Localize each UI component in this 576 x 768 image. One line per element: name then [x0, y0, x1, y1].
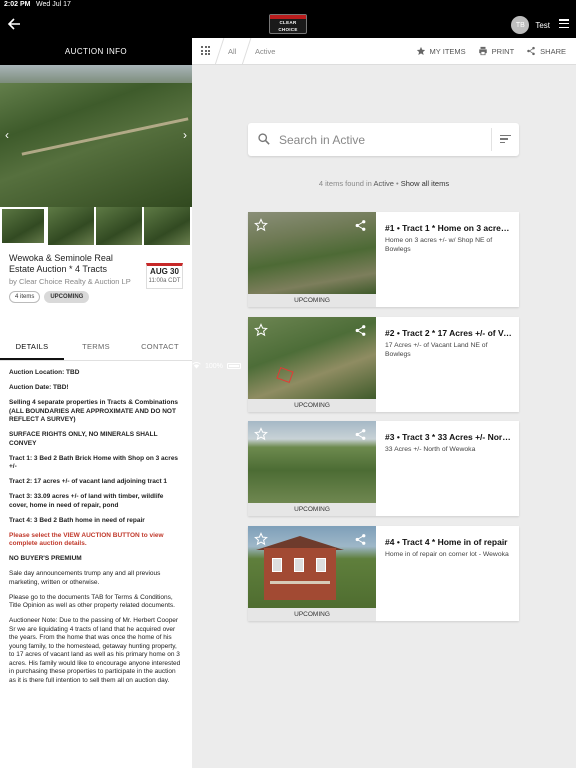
menu-icon[interactable] — [559, 19, 569, 29]
auction-title: Wewoka & Seminole Real Estate Auction * … — [9, 253, 113, 274]
logo-text: CLEAR CHOICE — [278, 20, 298, 32]
results-count: 4 items found in — [318, 179, 372, 188]
item-title: #4 • Tract 4 * Home in of repair — [385, 537, 508, 547]
user-account[interactable]: TB Test — [511, 16, 550, 34]
thumbnail[interactable] — [0, 207, 46, 245]
item-title: #3 • Tract 3 * 33 Acres +/- North of Wew… — [385, 432, 512, 442]
panel-header: AUCTION INFO — [0, 38, 192, 65]
search-icon — [258, 133, 270, 145]
status-time: 2:02 PM — [4, 1, 31, 8]
list-item[interactable]: UPCOMING #2 • Tract 2 * 17 Acres +/- of … — [248, 317, 519, 412]
breadcrumb-active[interactable]: Active — [255, 47, 275, 56]
results-summary: 4 items found in Active • Show all items — [192, 179, 576, 188]
breadcrumb-all[interactable]: All — [228, 47, 236, 56]
detail-date: Auction Date: TBD! — [9, 384, 69, 391]
tab-contact[interactable]: CONTACT — [128, 335, 192, 360]
details-content: Auction Location: TBD Auction Date: TBD!… — [0, 361, 192, 685]
item-status: UPCOMING — [248, 503, 376, 516]
items-panel: All Active MY ITEMS PRINT SHARE 4 items … — [192, 38, 576, 768]
status-date: Wed Jul 17 — [36, 1, 71, 8]
share-icon[interactable] — [354, 428, 367, 441]
detail-location: Auction Location: TBD — [9, 369, 80, 376]
detail-tract-1: Tract 1: 3 Bed 2 Bath Brick Home with Sh… — [9, 454, 179, 471]
chevron-right-icon[interactable]: › — [183, 128, 187, 142]
star-icon — [416, 46, 425, 55]
filter-icon[interactable] — [500, 135, 511, 145]
detail-rights: SURFACE RIGHTS ONLY, NO MINERALS SHALL C… — [9, 431, 158, 447]
chevron-left-icon[interactable]: ‹ — [5, 128, 9, 142]
thumbnail[interactable] — [96, 207, 142, 245]
star-icon[interactable] — [254, 427, 268, 441]
detail-premium: NO BUYER'S PREMIUM — [9, 555, 82, 562]
share-button[interactable]: SHARE — [526, 46, 566, 56]
item-description: 33 Acres +/- North of Wewoka — [385, 446, 476, 453]
auction-summary: Wewoka & Seminole Real Estate Auction * … — [0, 245, 192, 335]
results-scope: Active — [373, 179, 394, 188]
item-description: Home on 3 acres +/- w/ Shop NE of Bowleg… — [385, 237, 493, 253]
thumbnail-strip — [0, 207, 192, 245]
detail-documents: Please go to the documents TAB for Terms… — [9, 593, 175, 610]
print-label: PRINT — [491, 46, 515, 56]
show-all-link[interactable]: Show all items — [401, 179, 449, 188]
item-status: UPCOMING — [248, 608, 376, 621]
list-item[interactable]: UPCOMING #3 • Tract 3 * 33 Acres +/- Nor… — [248, 421, 519, 516]
item-title: #2 • Tract 2 * 17 Acres +/- of Vacant La… — [385, 328, 512, 338]
my-items-button[interactable]: MY ITEMS — [416, 46, 466, 56]
auction-seller: by Clear Choice Realty & Auction LP — [9, 277, 131, 286]
item-status: UPCOMING — [248, 399, 376, 412]
item-status: UPCOMING — [248, 294, 376, 307]
avatar: TB — [511, 16, 530, 34]
detail-tract-2: Tract 2: 17 acres +/- of vacant land adj… — [9, 478, 168, 485]
items-count-chip: 4 items — [9, 291, 41, 303]
status-bar: 2:02 PM Wed Jul 17 100% — [0, 0, 576, 370]
share-icon — [527, 46, 535, 56]
tab-details[interactable]: DETAILS — [0, 335, 64, 360]
detail-announcements: Sale day announcements trump any and all… — [9, 570, 161, 586]
item-description: 17 Acres +/- of Vacant Land NE of Bowleg… — [385, 342, 488, 358]
date-badge: AUG 30 11:00a CDT — [146, 263, 183, 289]
print-button[interactable]: PRINT — [478, 46, 515, 56]
share-label: SHARE — [540, 46, 566, 56]
detail-view-note: Please select the VIEW AUCTION BUTTON to… — [9, 531, 164, 548]
search-bar — [248, 123, 519, 156]
info-tabs: DETAILS TERMS CONTACT — [0, 335, 192, 361]
print-icon — [478, 46, 487, 56]
list-item[interactable]: UPCOMING #1 • Tract 1 * Home on 3 acres … — [248, 212, 519, 307]
hero-image: ‹ › — [0, 65, 192, 207]
star-icon[interactable] — [254, 323, 268, 337]
app-bar: CLEAR CHOICE TB Test — [0, 11, 576, 38]
status-badge: UPCOMING — [44, 291, 90, 303]
user-name: Test — [535, 20, 550, 30]
search-input[interactable] — [279, 130, 479, 150]
grid-icon[interactable] — [201, 46, 210, 55]
item-title: #1 • Tract 1 * Home on 3 acres +/- — [385, 223, 512, 233]
detail-tract-3: Tract 3: 33.09 acres +/- of land with ti… — [9, 493, 164, 509]
item-description: Home in of repair on corner lot - Wewoka — [385, 551, 509, 558]
auction-date: AUG 30 — [150, 267, 179, 276]
star-icon[interactable] — [254, 532, 268, 546]
thumbnail[interactable] — [144, 207, 190, 245]
share-icon[interactable] — [354, 324, 367, 337]
share-icon[interactable] — [354, 219, 367, 232]
list-item[interactable]: UPCOMING #4 • Tract 4 * Home in of repai… — [248, 526, 519, 621]
breadcrumb: All Active MY ITEMS PRINT SHARE — [192, 38, 576, 65]
auction-time: 11:00a CDT — [148, 278, 181, 284]
detail-auctioneer-note: Auctioneer Note: Due to the passing of M… — [9, 617, 181, 684]
share-icon[interactable] — [354, 533, 367, 546]
results-separator: • — [393, 179, 401, 188]
detail-tract-4: Tract 4: 3 Bed 2 Bath home in need of re… — [9, 516, 145, 524]
detail-selling: Selling 4 separate properties in Tracts … — [9, 399, 179, 423]
back-arrow-icon[interactable] — [7, 15, 23, 33]
auction-info-panel: AUCTION INFO ‹ › Wewoka & Seminole Real … — [0, 38, 192, 768]
logo: CLEAR CHOICE — [269, 14, 307, 34]
my-items-label: MY ITEMS — [429, 46, 466, 56]
tab-terms[interactable]: TERMS — [64, 335, 128, 360]
thumbnail[interactable] — [48, 207, 94, 245]
star-icon[interactable] — [254, 218, 268, 232]
